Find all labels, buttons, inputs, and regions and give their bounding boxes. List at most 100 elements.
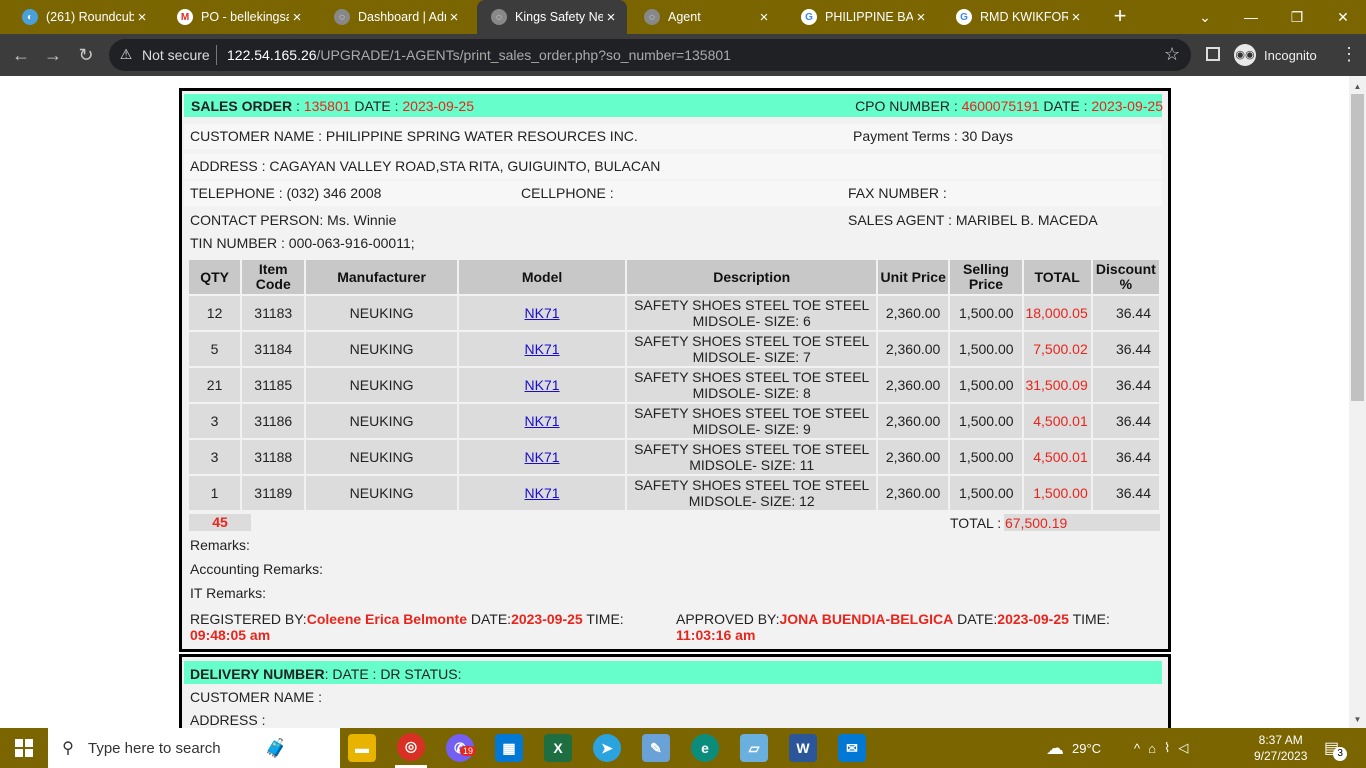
total-cell: 7,500.02: [1023, 332, 1091, 366]
model-link[interactable]: NK71: [525, 341, 560, 357]
description-cell: SAFETY SHOES STEEL TOE STEEL MIDSOLE- SI…: [627, 296, 877, 330]
tab-close-icon[interactable]: ×: [289, 9, 305, 26]
tab-title: Kings Safety Net: [515, 10, 603, 24]
word-icon[interactable]: W: [787, 728, 819, 768]
notification-center-button[interactable]: ▤ 3: [1324, 728, 1353, 768]
tray-speaker-icon[interactable]: ◁: [1178, 740, 1196, 756]
registered-date-label: DATE:: [470, 611, 512, 627]
security-label[interactable]: Not secure: [142, 47, 210, 63]
scroll-up-arrow-icon[interactable]: ▲: [1349, 82, 1366, 91]
model-link[interactable]: NK71: [525, 485, 560, 501]
tab-close-icon[interactable]: ×: [603, 9, 619, 26]
restore-button[interactable]: ❐: [1274, 0, 1320, 34]
url-path: /UPGRADE/1-AGENTs/print_sales_order.php?…: [316, 47, 731, 63]
column-header: Discount %: [1092, 260, 1159, 294]
column-header: Description: [627, 260, 877, 294]
approved-time-label: TIME:: [1072, 611, 1110, 627]
selling-price-cell: 1,500.00: [950, 440, 1022, 474]
unit-price-cell: 2,360.00: [878, 440, 949, 474]
payment-terms: Payment Terms : 30 Days: [853, 128, 1014, 144]
paint-icon[interactable]: ✎: [640, 728, 672, 768]
url-text[interactable]: 122.54.165.26/UPGRADE/1-AGENTs/print_sal…: [227, 47, 731, 63]
scroll-down-arrow-icon[interactable]: ▼: [1349, 715, 1366, 724]
model-cell: NK71: [458, 404, 626, 438]
remarks-label: Remarks:: [190, 537, 250, 553]
model-link[interactable]: NK71: [525, 413, 560, 429]
unit-price-cell: 2,360.00: [878, 296, 949, 330]
tray-chevron-icon[interactable]: ^: [1134, 741, 1148, 756]
model-link[interactable]: NK71: [525, 305, 560, 321]
browser-tab-1[interactable]: ◐ (261) Roundcube ×: [8, 0, 158, 34]
description-cell: SAFETY SHOES STEEL TOE STEEL MIDSOLE- SI…: [627, 368, 877, 402]
so-date-label: DATE :: [354, 98, 399, 114]
manufacturer-cell: NEUKING: [306, 332, 457, 366]
item-code-cell: 31183: [242, 296, 305, 330]
model-cell: NK71: [458, 476, 626, 510]
telephone: TELEPHONE : (032) 346 2008: [190, 185, 382, 201]
browser-tab-6[interactable]: G PHILIPPINE BATTERIES×: [787, 0, 937, 34]
file-explorer-icon[interactable]: ▬: [346, 728, 378, 768]
address: ADDRESS : CAGAYAN VALLEY ROAD,STA RITA, …: [190, 158, 661, 174]
table-row: 3 31188 NEUKING NK71 SAFETY SHOES STEEL TOE …: [189, 440, 1159, 474]
system-tray-icons[interactable]: ^ ⌂ ⌇ ◁: [1134, 728, 1196, 768]
table-row: 3 31186 NEUKING NK71 SAFETY SHOES STEEL TOE …: [189, 404, 1159, 438]
tab-title: PHILIPPINE BATTERIES: [825, 10, 913, 24]
viber-badge: 19: [460, 746, 477, 756]
tray-network-icon[interactable]: ⌂: [1148, 741, 1164, 756]
scrollbar-thumb[interactable]: [1351, 94, 1364, 401]
back-button[interactable]: ←: [8, 42, 34, 68]
approved-by-label: APPROVED BY:: [676, 611, 780, 627]
bookmark-star-icon[interactable]: ☆: [1164, 44, 1180, 65]
reload-button[interactable]: ↻: [73, 42, 99, 68]
vertical-scrollbar[interactable]: ▲ ▼: [1349, 76, 1366, 728]
side-panel-icon[interactable]: [1206, 47, 1220, 61]
tab-close-icon[interactable]: ×: [1068, 9, 1084, 26]
tab-title: (261) Roundcube: [46, 10, 134, 24]
column-header: QTY: [189, 260, 241, 294]
weather-widget[interactable]: ☁ 29°C: [1046, 728, 1101, 768]
mail-icon[interactable]: ✉: [836, 728, 868, 768]
browser-tab-7[interactable]: G RMD KWIKFORM×: [942, 0, 1092, 34]
table-row: 21 31185 NEUKING NK71 SAFETY SHOES STEEL TOE…: [189, 368, 1159, 402]
menu-kebab-icon[interactable]: ⋮: [1340, 44, 1358, 65]
incognito-indicator[interactable]: ◉◉ Incognito: [1234, 44, 1317, 66]
selling-price-cell: 1,500.00: [950, 404, 1022, 438]
taskbar-search-box[interactable]: ⚲ Type here to search 🧳: [48, 728, 340, 768]
manufacturer-cell: NEUKING: [306, 476, 457, 510]
tray-wifi-icon[interactable]: ⌇: [1164, 740, 1178, 756]
approved-time: 11:03:16 am: [676, 627, 756, 643]
telegram-icon[interactable]: ➤: [591, 728, 623, 768]
model-cell: NK71: [458, 296, 626, 330]
minimize-button[interactable]: —: [1228, 0, 1274, 34]
browser-tab-3[interactable]: ◌ Dashboard | Admin×: [320, 0, 470, 34]
browser-tab-2[interactable]: M PO - bellekingsafety×: [163, 0, 313, 34]
close-window-button[interactable]: ✕: [1320, 0, 1366, 34]
model-link[interactable]: NK71: [525, 449, 560, 465]
browser-tab-5[interactable]: ◌ Agent ×: [630, 0, 780, 34]
notes-app-icon[interactable]: ▱: [738, 728, 770, 768]
column-header: Unit Price: [878, 260, 949, 294]
tab-close-icon[interactable]: ×: [756, 9, 772, 26]
new-tab-button[interactable]: +: [1108, 5, 1132, 29]
model-cell: NK71: [458, 368, 626, 402]
edge-icon[interactable]: e: [689, 728, 721, 768]
tab-close-icon[interactable]: ×: [913, 9, 929, 26]
tab-close-icon[interactable]: ×: [134, 9, 150, 26]
cpo-date: 2023-09-25: [1091, 98, 1163, 114]
warning-icon[interactable]: ⚠: [118, 46, 134, 62]
chrome-taskbar-icon[interactable]: ◎: [395, 728, 427, 768]
model-link[interactable]: NK71: [525, 377, 560, 393]
forward-button[interactable]: →: [40, 42, 66, 68]
viber-icon[interactable]: ✆19: [444, 728, 477, 768]
microsoft-store-icon[interactable]: ▦: [493, 728, 525, 768]
tab-search-button[interactable]: ⌄: [1182, 0, 1228, 34]
clock[interactable]: 8:37 AM 9/27/2023: [1254, 728, 1307, 768]
excel-icon[interactable]: X: [542, 728, 574, 768]
browser-tab-4[interactable]: ◌ Kings Safety Net ×: [477, 0, 627, 34]
weather-temp: 29°C: [1072, 740, 1102, 756]
web-icon: ◌: [491, 9, 507, 25]
grand-total-label: TOTAL :: [950, 515, 1002, 531]
start-button[interactable]: [0, 728, 48, 768]
cellphone: CELLPHONE :: [521, 185, 614, 201]
tab-close-icon[interactable]: ×: [446, 9, 462, 26]
